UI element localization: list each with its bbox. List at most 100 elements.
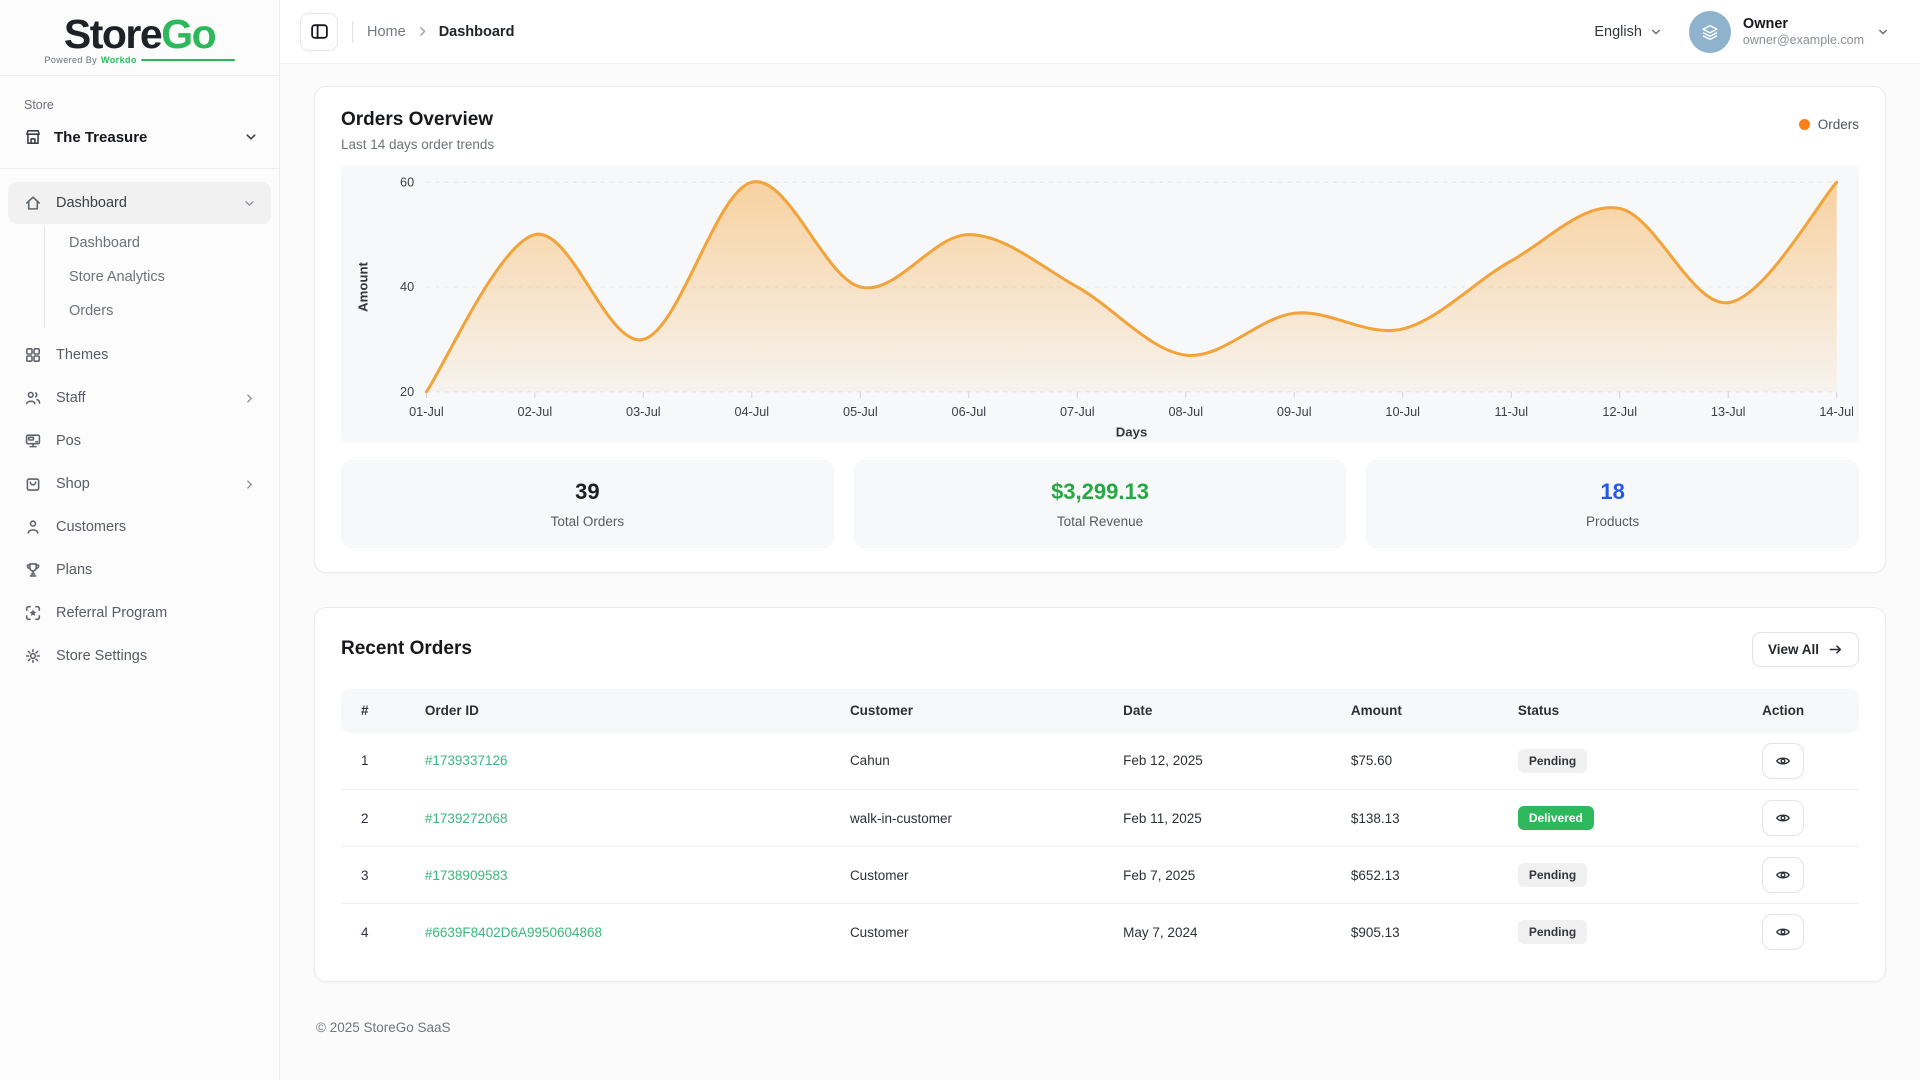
sidebar-item-pos[interactable]: Pos: [8, 420, 271, 462]
column-header-num: #: [341, 689, 417, 733]
column-header-amount: Amount: [1343, 689, 1510, 733]
svg-text:10-Jul: 10-Jul: [1385, 404, 1420, 419]
pos-icon: [24, 432, 42, 450]
table-row: 3 #1738909583 Customer Feb 7, 2025 $652.…: [341, 847, 1859, 904]
orders-overview-subtitle: Last 14 days order trends: [341, 137, 494, 152]
legend-label-orders: Orders: [1818, 117, 1859, 132]
order-customer: Cahun: [842, 733, 1115, 790]
order-num: 2: [341, 790, 417, 847]
eye-icon: [1775, 924, 1791, 940]
recent-orders-table: #Order IDCustomerDateAmountStatusAction …: [341, 689, 1859, 961]
sidebar-item-referral-program[interactable]: Referral Program: [8, 592, 271, 634]
sidebar-toggle-button[interactable]: [300, 13, 338, 51]
brand-name-primary: Store: [64, 11, 161, 57]
users-icon: [24, 389, 42, 407]
powered-by-underline: [141, 59, 235, 61]
chevron-right-icon: [416, 25, 429, 38]
sidebar-item-dashboard[interactable]: Dashboard: [8, 182, 271, 224]
powered-by-label: Powered By: [45, 55, 98, 65]
svg-text:Days: Days: [1116, 425, 1148, 440]
store-name: The Treasure: [54, 129, 147, 146]
stats-row: 39 Total Orders $3,299.13 Total Revenue …: [341, 460, 1859, 548]
status-badge: Pending: [1518, 863, 1587, 887]
table-row: 2 #1739272068 walk-in-customer Feb 11, 2…: [341, 790, 1859, 847]
sidebar-item-store-settings[interactable]: Store Settings: [8, 635, 271, 677]
order-id-link[interactable]: #6639F8402D6A9950604868: [425, 925, 602, 940]
sidebar-item-shop[interactable]: Shop: [8, 463, 271, 505]
view-order-button[interactable]: [1762, 743, 1804, 779]
sidebar-subitem-store-analytics[interactable]: Store Analytics: [69, 260, 279, 294]
user-meta: Owner owner@example.com: [1743, 15, 1864, 49]
language-selector[interactable]: English: [1594, 24, 1663, 40]
language-label: English: [1594, 24, 1642, 40]
view-all-button[interactable]: View All: [1752, 632, 1859, 667]
sidebar-item-plans[interactable]: Plans: [8, 549, 271, 591]
arrow-right-icon: [1828, 642, 1843, 657]
orders-overview-header: Orders Overview Last 14 days order trend…: [341, 109, 1859, 152]
storefront-icon: [24, 128, 42, 146]
orders-trend-chart: 20406001-Jul02-Jul03-Jul04-Jul05-Jul06-J…: [341, 166, 1859, 442]
sidebar-item-themes[interactable]: Themes: [8, 334, 271, 376]
order-id-link[interactable]: #1739337126: [425, 753, 508, 768]
order-date: Feb 7, 2025: [1115, 847, 1343, 904]
svg-text:12-Jul: 12-Jul: [1602, 404, 1637, 419]
column-header-status: Status: [1510, 689, 1707, 733]
sidebar-subitem-orders[interactable]: Orders: [69, 294, 279, 328]
svg-text:07-Jul: 07-Jul: [1060, 404, 1095, 419]
table-row: 4 #6639F8402D6A9950604868 Customer May 7…: [341, 904, 1859, 961]
svg-text:60: 60: [400, 174, 414, 189]
referral-icon: [24, 604, 42, 622]
status-badge: Delivered: [1518, 806, 1594, 830]
stat-card-total-orders: 39 Total Orders: [341, 460, 834, 548]
view-order-button[interactable]: [1762, 800, 1804, 836]
logo: StoreGo Powered By Workdo: [0, 0, 279, 75]
column-header-action: Action: [1707, 689, 1859, 733]
svg-text:06-Jul: 06-Jul: [952, 404, 987, 419]
recent-orders-header: Recent Orders View All: [341, 632, 1859, 667]
order-num: 4: [341, 904, 417, 961]
legend-dot-orders: [1799, 119, 1810, 130]
order-customer: walk-in-customer: [842, 790, 1115, 847]
stat-card-products: 18 Products: [1366, 460, 1859, 548]
sidebar-divider: [0, 75, 279, 76]
view-all-label: View All: [1768, 642, 1819, 657]
view-order-button[interactable]: [1762, 914, 1804, 950]
order-id-link[interactable]: #1739272068: [425, 811, 508, 826]
order-num: 1: [341, 733, 417, 790]
footer-copyright: © 2025 StoreGo SaaS: [314, 982, 1886, 1055]
user-menu[interactable]: Owner owner@example.com: [1689, 11, 1890, 53]
chevron-down-icon: [242, 196, 257, 211]
order-num: 3: [341, 847, 417, 904]
trophy-icon: [24, 561, 42, 579]
order-date: May 7, 2024: [1115, 904, 1343, 961]
view-order-button[interactable]: [1762, 857, 1804, 893]
main-area: Home Dashboard English: [280, 0, 1920, 1080]
svg-text:05-Jul: 05-Jul: [843, 404, 878, 419]
order-date: Feb 12, 2025: [1115, 733, 1343, 790]
sidebar-subitem-dashboard[interactable]: Dashboard: [69, 226, 279, 260]
order-amount: $75.60: [1343, 733, 1510, 790]
svg-text:09-Jul: 09-Jul: [1277, 404, 1312, 419]
store-selector[interactable]: The Treasure: [0, 124, 279, 150]
order-id-link[interactable]: #1738909583: [425, 868, 508, 883]
topbar-right: English Owner owner@example.com: [1594, 11, 1890, 53]
breadcrumb-home[interactable]: Home: [367, 24, 406, 40]
status-badge: Pending: [1518, 749, 1587, 773]
user-icon: [24, 518, 42, 536]
powered-by-brand: Workdo: [101, 55, 137, 65]
topbar-separator: [352, 21, 353, 43]
home-icon: [24, 194, 42, 212]
order-date: Feb 11, 2025: [1115, 790, 1343, 847]
svg-text:Amount: Amount: [355, 261, 370, 312]
chart-legend: Orders: [1799, 117, 1859, 132]
breadcrumb: Home Dashboard: [367, 24, 514, 40]
brand-name-secondary: Go: [161, 11, 215, 57]
sidebar-item-customers[interactable]: Customers: [8, 506, 271, 548]
order-amount: $652.13: [1343, 847, 1510, 904]
chevron-down-icon: [1649, 25, 1663, 39]
app-root: StoreGo Powered By Workdo Store The Trea…: [0, 0, 1920, 1080]
sidebar-item-staff[interactable]: Staff: [8, 377, 271, 419]
column-header-customer: Customer: [842, 689, 1115, 733]
bag-icon: [24, 475, 42, 493]
avatar: [1689, 11, 1731, 53]
